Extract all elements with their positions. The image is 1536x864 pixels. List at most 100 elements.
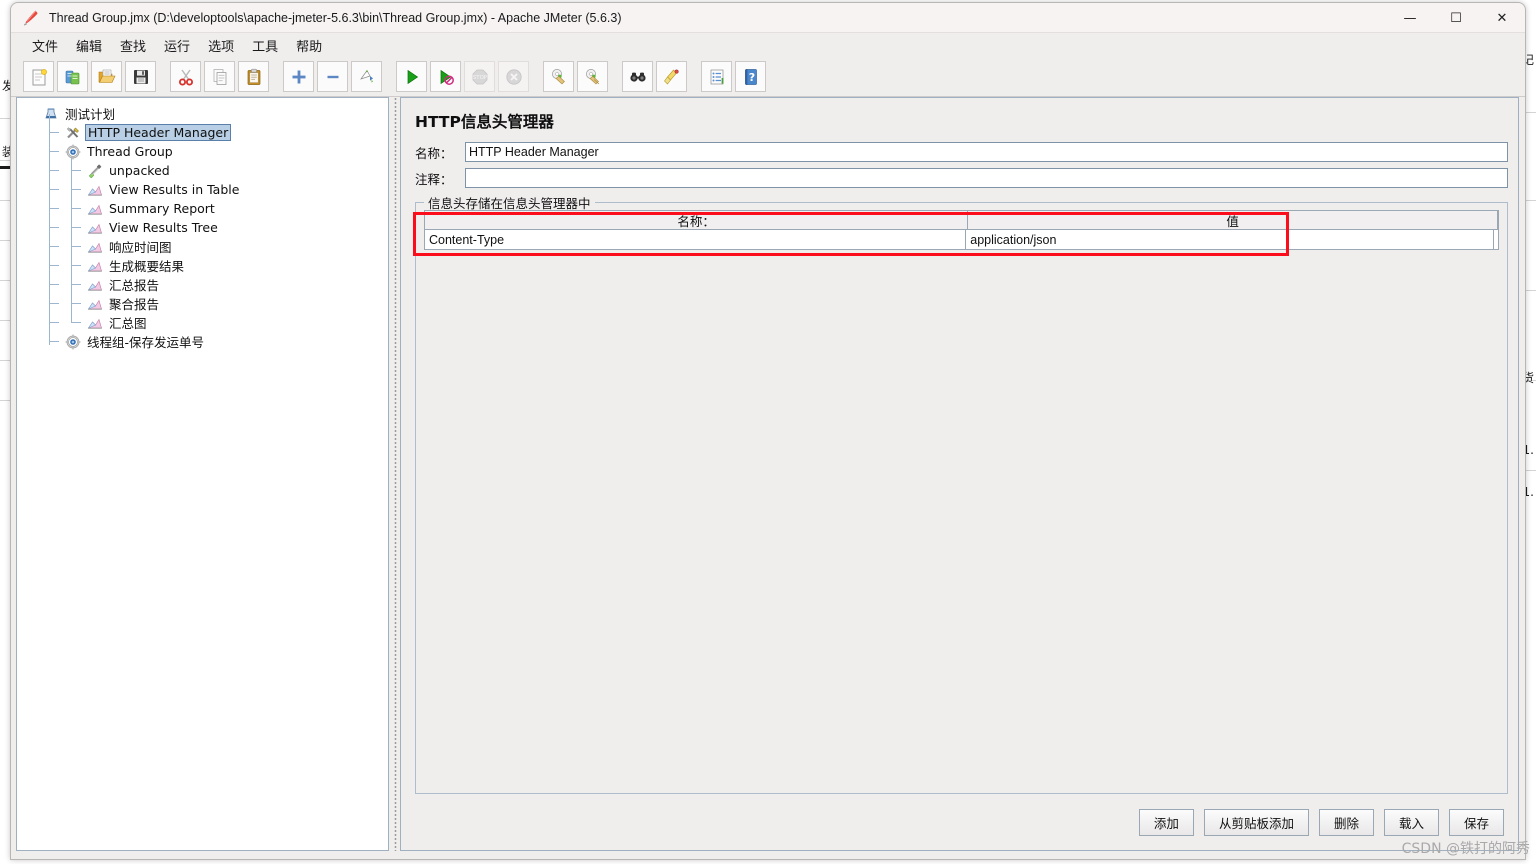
tree-node-test-plan[interactable]: 测试计划 [17, 104, 388, 123]
clear-all-icon[interactable] [577, 61, 608, 92]
jmeter-main-window: Thread Group.jmx (D:\developtools\apache… [10, 2, 1526, 860]
tree-connector [49, 284, 59, 285]
tree-connector [71, 284, 81, 285]
tree-connector [71, 246, 81, 247]
stop-icon[interactable]: STOP [464, 61, 495, 92]
start-no-pauses-icon[interactable] [430, 61, 461, 92]
listener-icon [87, 220, 103, 236]
toolbar-group-edit [170, 61, 272, 92]
toolbar-group-clear [543, 61, 611, 92]
cell-header-value[interactable]: application/json [966, 230, 1494, 250]
new-icon[interactable] [23, 61, 54, 92]
tree-connector [49, 114, 50, 345]
toggle-icon[interactable] [351, 61, 382, 92]
tree-connector [49, 227, 59, 228]
comment-input[interactable] [465, 168, 1508, 188]
tree-node-thread-group[interactable]: Thread Group [17, 142, 388, 161]
menu-run[interactable]: 运行 [155, 34, 199, 57]
http-header-manager-panel: HTTP信息头管理器 名称： HTTP Header Manager 注释： 信… [400, 97, 1519, 851]
tree-node-label: 响应时间图 [109, 240, 172, 255]
comment-row: 注释： [415, 168, 1508, 188]
tree-connector [71, 208, 81, 209]
tree-connector [71, 170, 81, 171]
tree-node-http-header-manager[interactable]: HTTP Header Manager [17, 123, 388, 142]
svg-text:?: ? [748, 71, 754, 84]
expand-all-icon[interactable] [283, 61, 314, 92]
action-button-row: 添加 从剪贴板添加 删除 载入 保存 [1129, 809, 1504, 836]
delete-button[interactable]: 删除 [1318, 809, 1374, 836]
copy-icon[interactable] [204, 61, 235, 92]
maximize-button[interactable]: ☐ [1433, 3, 1479, 33]
header-manager-icon [65, 125, 81, 141]
add-from-clipboard-button[interactable]: 从剪贴板添加 [1203, 809, 1309, 836]
name-row: 名称： HTTP Header Manager [415, 142, 1508, 162]
shutdown-icon[interactable] [498, 61, 529, 92]
tree-connector [49, 132, 59, 133]
cell-header-name[interactable]: Content-Type [424, 230, 967, 250]
split-pane-divider[interactable] [391, 97, 399, 851]
menu-file[interactable]: 文件 [23, 34, 67, 57]
tree-node-label: 测试计划 [65, 107, 116, 122]
http-sampler-icon [87, 163, 103, 179]
toolbar-group-file [23, 61, 159, 92]
paste-icon[interactable] [238, 61, 269, 92]
tree-connector [71, 189, 81, 190]
thread-group-icon [65, 144, 81, 160]
save-button[interactable]: 保存 [1448, 809, 1504, 836]
menu-tools[interactable]: 工具 [243, 34, 287, 57]
tree-node-label: 线程组-保存发运单号 [87, 335, 205, 350]
menu-bar: 文件 编辑 查找 运行 选项 工具 帮助 [11, 33, 1525, 57]
test-plan-tree-panel[interactable]: 测试计划 HTTP Header Manager Thread Group unpac… [16, 97, 389, 851]
tree-node-label: 汇总图 [109, 316, 147, 331]
name-label: 名称： [415, 145, 453, 161]
tree-node-label: 聚合报告 [109, 297, 160, 312]
table-row[interactable]: Content-Type application/json [424, 230, 1499, 250]
content-area: 测试计划 HTTP Header Manager Thread Group unpac… [11, 97, 1525, 859]
tree-node-label: View Results Tree [109, 220, 218, 235]
tree-node-label: Thread Group [87, 144, 173, 159]
tree-connector [49, 170, 59, 171]
listener-icon [87, 277, 103, 293]
menu-search[interactable]: 查找 [111, 34, 155, 57]
tree-node-label: Summary Report [109, 201, 215, 216]
save-icon[interactable] [125, 61, 156, 92]
cut-icon[interactable] [170, 61, 201, 92]
column-header-name[interactable]: 名称： [424, 210, 969, 230]
collapse-all-icon[interactable] [317, 61, 348, 92]
thread-group-icon [65, 334, 81, 350]
tree-connector [49, 303, 59, 304]
toolbar: STOP ? [11, 57, 1525, 97]
menu-help[interactable]: 帮助 [287, 34, 331, 57]
column-header-value[interactable]: 值 [968, 210, 1498, 230]
search-reset-icon[interactable] [656, 61, 687, 92]
open-icon[interactable] [91, 61, 122, 92]
close-button[interactable]: ✕ [1479, 3, 1525, 33]
page-title: HTTP信息头管理器 [415, 113, 554, 131]
tree-connector [71, 303, 81, 304]
function-helper-icon[interactable] [701, 61, 732, 92]
clear-icon[interactable] [543, 61, 574, 92]
minimize-button[interactable]: — [1387, 3, 1433, 33]
tree-node-label: HTTP Header Manager [85, 124, 232, 141]
help-icon[interactable]: ? [735, 61, 766, 92]
listener-icon [87, 296, 103, 312]
window-title: Thread Group.jmx (D:\developtools\apache… [49, 10, 622, 25]
search-icon[interactable] [622, 61, 653, 92]
tree-connector [71, 227, 81, 228]
test-plan-tree[interactable]: 测试计划 HTTP Header Manager Thread Group unpac… [17, 98, 388, 351]
listener-icon [87, 201, 103, 217]
headers-table[interactable]: 名称： 值 Content-Type application/json [424, 210, 1499, 250]
listener-icon [87, 239, 103, 255]
menu-edit[interactable]: 编辑 [67, 34, 111, 57]
menu-options[interactable]: 选项 [199, 34, 243, 57]
comment-label: 注释： [415, 171, 453, 187]
start-icon[interactable] [396, 61, 427, 92]
tree-connector [71, 322, 81, 323]
templates-icon[interactable] [57, 61, 88, 92]
name-input[interactable]: HTTP Header Manager [465, 142, 1508, 162]
svg-text:STOP: STOP [472, 75, 487, 81]
add-button[interactable]: 添加 [1138, 809, 1194, 836]
load-button[interactable]: 载入 [1383, 809, 1439, 836]
headers-group-box: 信息头存储在信息头管理器中 名称： 值 Content-Type applica… [415, 193, 1508, 794]
tree-node-thread-group-save-shipment[interactable]: 线程组-保存发运单号 [17, 332, 388, 351]
